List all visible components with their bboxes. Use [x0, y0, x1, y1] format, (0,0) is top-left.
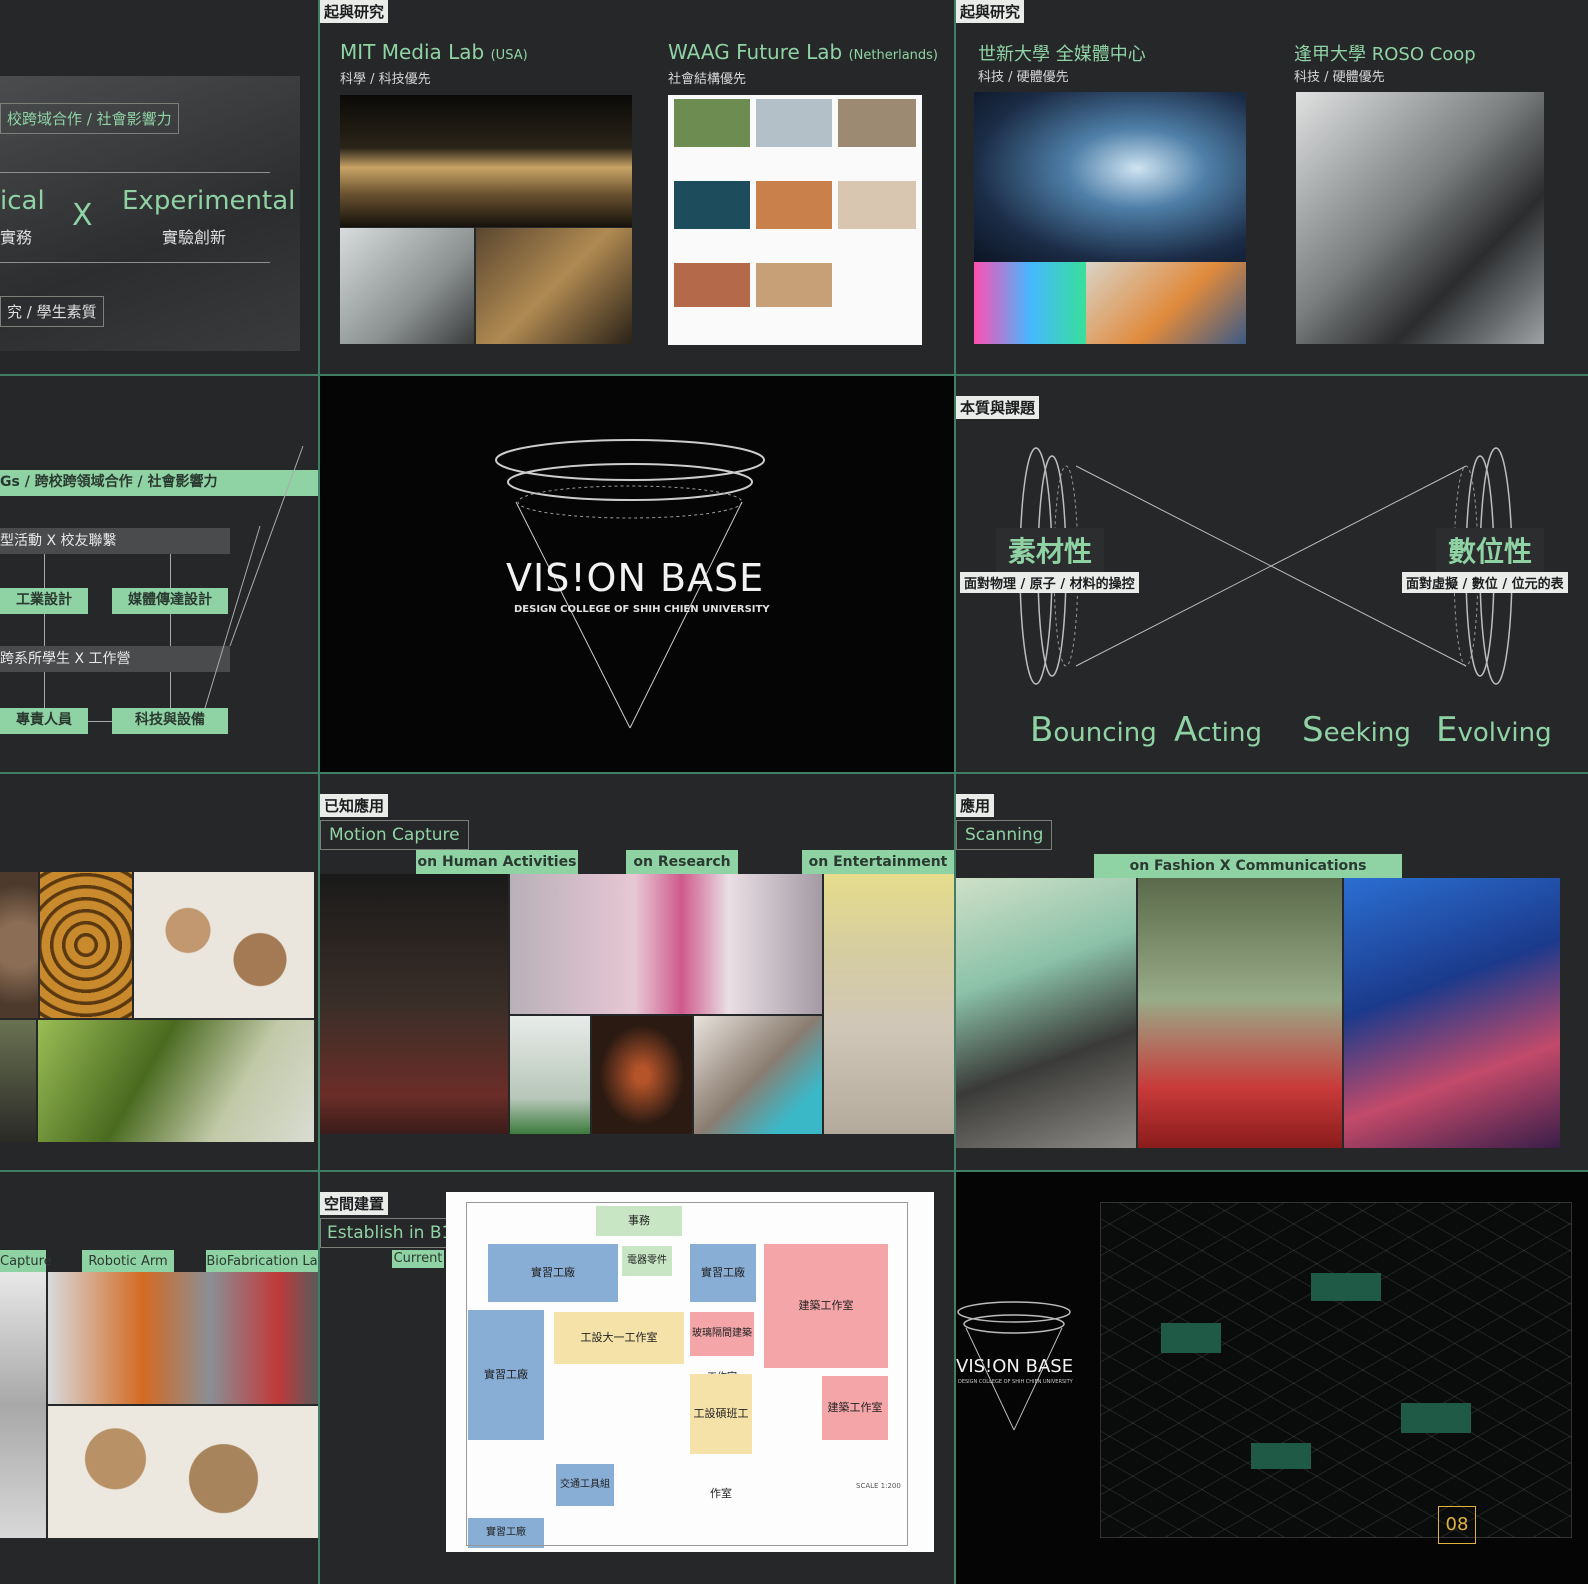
pill-robotic-arm: Robotic Arm [82, 1250, 174, 1272]
pill-human-activities: on Human Activities [416, 850, 578, 874]
collab-box: 校跨域合作 / 社會影響力 [0, 103, 179, 134]
small-vision-base-sub: DESIGN COLLEGE OF SHIH CHIEN UNIVERSITY [958, 1379, 1073, 1385]
divider-line-2 [0, 262, 270, 263]
pill-capture: Capture [0, 1250, 52, 1272]
moss-photo [38, 1020, 314, 1142]
skeleton-photo [592, 1016, 692, 1134]
slide-labs-1: 起與研究 MIT Media Lab (USA) 科學 / 科技優先 WAAG … [320, 0, 954, 374]
slide-scanning: 應用 Scanning on Fashion X Communications [956, 774, 1588, 1170]
vision-base-logo: VIS!ON BASE [506, 556, 765, 600]
experimental-sub: 實驗創新 [162, 228, 227, 247]
shu-lab-sub: 科技 / 硬體優先 [978, 70, 1069, 85]
slide-floorplan: 空間建置 Establish in B1 Current 實習工廠 事務 電器零… [320, 1172, 954, 1584]
robot-arm-photo [1296, 92, 1544, 344]
practical-word: ical [0, 186, 45, 216]
divider-v1 [318, 0, 320, 1584]
section-tag: 應用 [956, 794, 995, 817]
isometric-model [1100, 1202, 1572, 1538]
mit-lab-sub: 科學 / 科技優先 [340, 72, 431, 87]
slide-3d-model: VIS!ON BASE DESIGN COLLEGE OF SHIH CHIEN… [956, 1172, 1588, 1584]
studio-photo [1086, 262, 1246, 344]
moss-photo-small [0, 1020, 36, 1142]
divider-line [0, 172, 270, 173]
section-tag: 已知應用 [320, 794, 389, 817]
fcu-lab-sub: 科技 / 硬體優先 [1294, 70, 1385, 85]
fcu-lab-title: 逢甲大學 ROSO Coop [1294, 44, 1476, 65]
horse-rider-photo [956, 878, 1136, 1148]
beans-photo [0, 872, 38, 1018]
word-seeking: Seeking [1302, 710, 1411, 750]
floorplan: 實習工廠 事務 電器零件 實習工廠 建築工作室 工設大一工作室 玻璃隔間建築工作… [446, 1192, 934, 1552]
digitality-sub: 面對虛擬 / 數位 / 位元的表 [1402, 572, 1568, 593]
divider-v2 [954, 0, 956, 1584]
portrait-photo [1344, 878, 1560, 1148]
divider-h2 [0, 772, 1588, 774]
vision-base-sub: DESIGN COLLEGE OF SHIH CHIEN UNIVERSITY [514, 604, 770, 615]
pill-fashion-communications: on Fashion X Communications [1094, 854, 1402, 878]
establish-title: Establish in B1 [320, 1218, 460, 1248]
cross-mark: X [72, 198, 93, 233]
plan-wall [466, 1202, 908, 1546]
pill-biofabrication: BioFabrication La [206, 1250, 318, 1272]
word-bouncing: Bouncing [1030, 710, 1157, 750]
research-box: 究 / 學生素質 [0, 296, 104, 327]
vr-photo [694, 1016, 822, 1134]
small-cone-logo [957, 1301, 1071, 1431]
practical-sub: 實務 [0, 228, 33, 247]
word-evolving: Evolving [1436, 710, 1552, 750]
mit-interior-photo [340, 228, 474, 344]
slide-collaboration: 校跨域合作 / 社會影響力 ical 實務 X Experimental 實驗創… [0, 0, 318, 374]
glass-box-photo [1138, 878, 1342, 1148]
digitality-title: 數位性 [1436, 528, 1545, 572]
slide-nature: 本質與課題 素材性 面對物理 / 原子 / 材料的操控 數位性 面對虛擬 / 數… [956, 376, 1588, 772]
slide-tools: Capture Robotic Arm BioFabrication La [0, 1172, 318, 1584]
light-photo [974, 262, 1086, 344]
page-number-badge: 08 [1438, 1506, 1476, 1544]
slide-biomaterials [0, 774, 318, 1170]
dancer-photo [824, 874, 954, 1134]
motion-capture-title: Motion Capture [320, 820, 469, 850]
section-tag: 空間建置 [320, 1192, 389, 1215]
mit-lab-title: MIT Media Lab (USA) [340, 40, 528, 64]
robotic-arm-photo [48, 1272, 318, 1404]
word-acting: Acting [1174, 710, 1262, 750]
slide-labs-2: 起與研究 世新大學 全媒體中心 科技 / 硬體優先 逢甲大學 ROSO Coop… [956, 0, 1588, 374]
violinists-photo [320, 874, 508, 1134]
mit-workshop-photo [476, 228, 632, 344]
divider-h3 [0, 1170, 1588, 1172]
biodiscs-photo [48, 1406, 318, 1538]
mocap-suit-photo [0, 1272, 46, 1538]
section-tag: 起與研究 [956, 0, 1025, 23]
pill-entertainment: on Entertainment [802, 850, 954, 874]
soccer-photo [510, 1016, 590, 1134]
fashion-photo [510, 874, 822, 1014]
shu-lab-title: 世新大學 全媒體中心 [978, 44, 1146, 65]
mit-building-photo [340, 95, 632, 227]
section-tag: 起與研究 [320, 0, 389, 23]
waag-page-photo [668, 95, 922, 345]
slide-vision-base: VIS!ON BASE DESIGN COLLEGE OF SHIH CHIEN… [320, 376, 954, 772]
diagonal-lines [204, 445, 304, 709]
slide-structure: Gs / 跨校跨領域合作 / 社會影響力 型活動 X 校友聯繫 工業設計 媒體傳… [0, 376, 318, 772]
slide-motion-capture: 已知應用 Motion Capture on Human Activities … [320, 774, 954, 1170]
pill-research: on Research [626, 850, 738, 874]
small-vision-base-logo: VIS!ON BASE [956, 1356, 1074, 1377]
waag-lab-title: WAAG Future Lab (Netherlands) [668, 40, 938, 64]
media-center-photo [974, 92, 1246, 262]
divider-h1 [0, 374, 1588, 376]
materiality-sub: 面對物理 / 原子 / 材料的操控 [960, 572, 1139, 593]
current-pill: Current [392, 1250, 444, 1268]
waag-lab-sub: 社會結構優先 [668, 72, 747, 87]
materiality-title: 素材性 [996, 528, 1105, 572]
experimental-word: Experimental [122, 186, 296, 216]
honeycomb-photo [40, 872, 132, 1018]
scanning-title: Scanning [956, 820, 1053, 850]
discs-photo [134, 872, 314, 1018]
